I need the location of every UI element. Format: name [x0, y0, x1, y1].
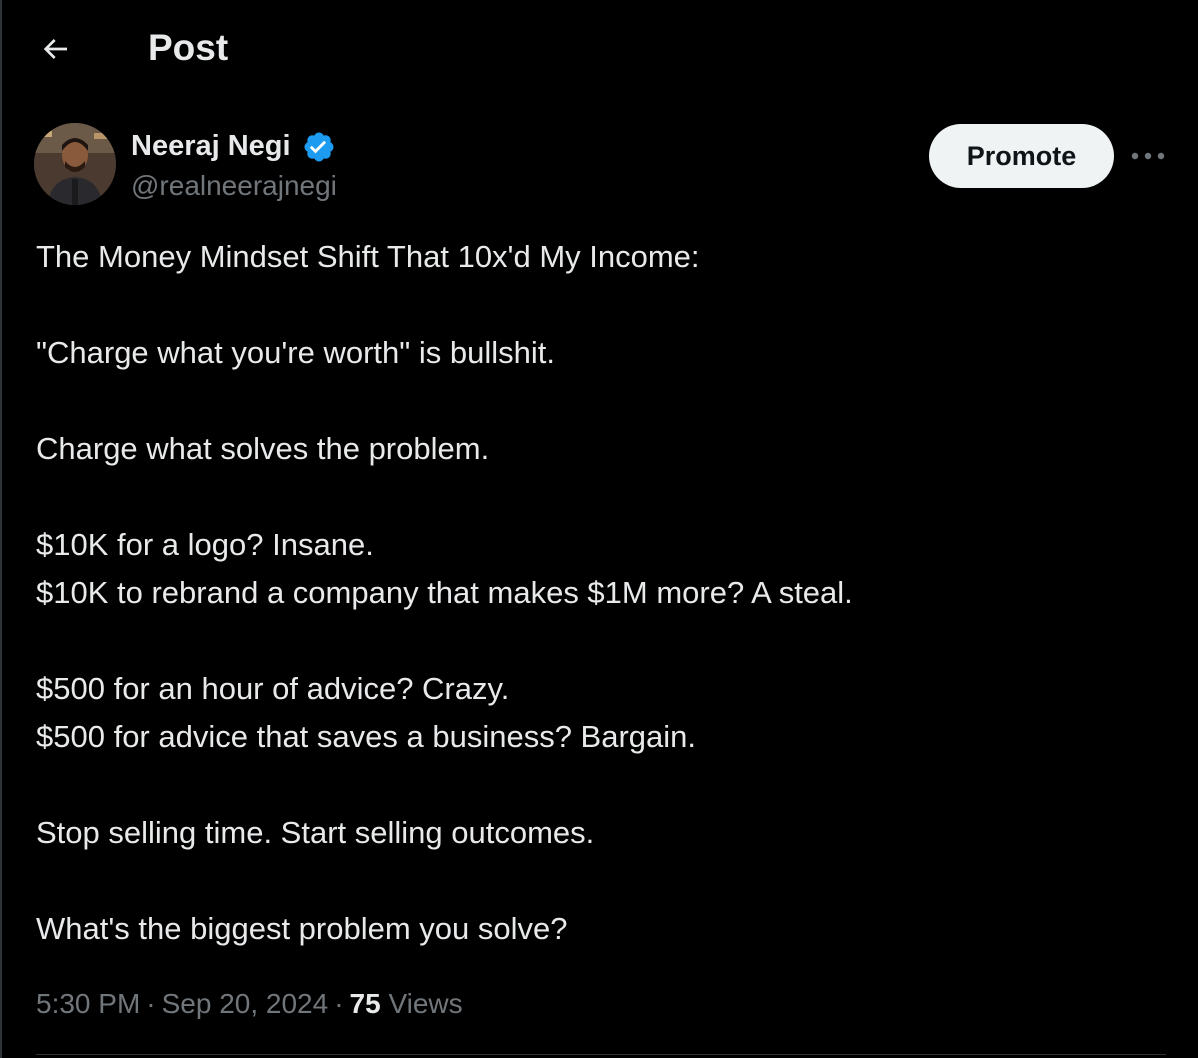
post-line: $500 for advice that saves a business? B… — [36, 719, 697, 754]
post-line: Stop selling time. Start selling outcome… — [36, 815, 595, 850]
arrow-left-icon — [43, 39, 67, 59]
post-line — [36, 617, 1166, 665]
meta-separator: · — [334, 988, 344, 1019]
post-line — [36, 473, 1166, 521]
more-horizontal-icon — [1131, 152, 1165, 160]
post-line — [36, 281, 1166, 329]
page-header: Post — [0, 0, 1198, 96]
post-line — [36, 857, 1166, 905]
post-line — [36, 761, 1166, 809]
back-button[interactable] — [28, 22, 82, 76]
views-label: Views — [388, 988, 463, 1019]
author-name[interactable]: Neeraj Negi — [131, 129, 291, 163]
promote-button[interactable]: Promote — [929, 124, 1114, 188]
post-time[interactable]: 5:30 PM — [36, 988, 140, 1019]
post-line — [36, 377, 1166, 425]
author-handle[interactable]: @realneerajnegi — [131, 169, 337, 203]
post-line: $10K for a logo? Insane. — [36, 527, 374, 562]
post-line: What's the biggest problem you solve? — [36, 911, 568, 946]
meta-separator: · — [146, 988, 156, 1019]
verified-badge-icon — [304, 132, 334, 162]
divider — [36, 1054, 1166, 1055]
avatar[interactable] — [34, 123, 116, 205]
post-meta: 5:30 PM · Sep 20, 2024 · 75 Views — [36, 982, 463, 1026]
post-line: The Money Mindset Shift That 10x'd My In… — [36, 239, 700, 274]
post-date[interactable]: Sep 20, 2024 — [162, 988, 329, 1019]
page-title: Post — [148, 27, 229, 68]
post-text: The Money Mindset Shift That 10x'd My In… — [36, 233, 1166, 953]
post-line: "Charge what you're worth" is bullshit. — [36, 335, 555, 370]
post-line: $10K to rebrand a company that makes $1M… — [36, 575, 853, 610]
post-line: Charge what solves the problem. — [36, 431, 490, 466]
avatar-image — [34, 123, 116, 205]
views-count: 75 — [349, 988, 381, 1019]
more-options-button[interactable] — [1128, 138, 1168, 174]
post-line: $500 for an hour of advice? Crazy. — [36, 671, 510, 706]
